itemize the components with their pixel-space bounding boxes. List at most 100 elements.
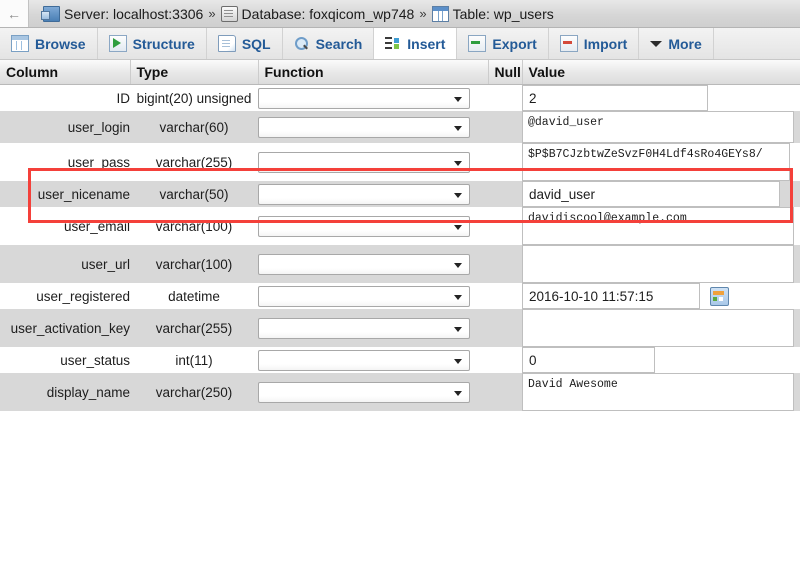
table-row: ID bigint(20) unsigned [0,84,800,111]
row-column-type: varchar(100) [130,245,258,283]
tab-search[interactable]: Search [283,28,375,59]
tab-search-label: Search [315,35,363,52]
value-input-user-registered[interactable] [522,283,700,309]
tab-export[interactable]: Export [457,28,549,59]
browse-icon [11,35,29,52]
tab-import[interactable]: Import [549,28,640,59]
row-column-name: ID [0,84,130,111]
breadcrumb-bar: ← Server: localhost:3306 » Database: fox… [0,0,800,28]
row-value-cell: $P$B7CJzbtwZeSvzF0H4Ldf4sRo4GEYs8/ [522,143,800,181]
function-select[interactable] [258,317,470,339]
row-column-name: user_login [0,111,130,143]
function-select[interactable] [258,285,470,307]
header-function: Function [258,60,489,85]
tab-sql-label: SQL [241,35,271,52]
calendar-icon[interactable] [710,286,729,306]
row-null-cell [488,111,522,143]
row-function-cell [258,347,488,373]
header-null: Null [488,60,523,85]
value-input-user-status[interactable] [522,347,655,373]
row-column-name: user_nicename [0,181,130,207]
function-select[interactable] [258,151,470,173]
function-select[interactable] [258,215,470,237]
value-textarea-user-email[interactable]: davidiscool@example.com [522,207,794,245]
value-input-id[interactable] [522,85,708,111]
row-function-cell [258,283,488,309]
row-function-cell [258,84,488,111]
header-value: Value [522,60,800,85]
row-value-cell [522,347,800,373]
value-textarea-user-activation-key[interactable] [522,309,794,347]
tab-browse[interactable]: Browse [0,28,98,59]
function-select[interactable] [258,381,470,403]
header-column: Column [0,60,131,85]
function-select[interactable] [258,253,470,275]
row-value-cell: @david_user [522,111,800,143]
row-function-cell [258,111,488,143]
breadcrumb-database[interactable]: Database: foxqicom_wp748 [220,5,415,22]
table-row: user_status int(11) [0,347,800,373]
breadcrumb-server[interactable]: Server: localhost:3306 [41,5,203,22]
back-button[interactable]: ← [0,0,29,27]
row-value-cell: David Awesome [522,373,800,411]
row-value-cell [522,181,800,207]
value-textarea-display-name[interactable]: David Awesome [522,373,794,411]
value-textarea-user-pass[interactable]: $P$B7CJzbtwZeSvzF0H4Ldf4sRo4GEYs8/ [522,143,790,181]
function-select[interactable] [258,349,470,371]
row-column-name: user_status [0,347,130,373]
tab-structure[interactable]: Structure [98,28,207,59]
function-select[interactable] [258,116,470,138]
breadcrumb-database-label: Database: foxqicom_wp748 [241,5,415,22]
row-column-type: varchar(60) [130,111,258,143]
value-textarea-user-login[interactable]: @david_user [522,111,794,143]
function-select[interactable] [258,87,470,109]
header-type: Type [130,60,259,85]
row-column-type: varchar(255) [130,309,258,347]
row-column-type: varchar(250) [130,373,258,411]
row-value-cell [522,245,800,283]
function-select[interactable] [258,183,470,205]
import-icon [559,35,578,52]
tab-more[interactable]: More [639,28,714,59]
row-function-cell [258,207,488,245]
row-function-cell [258,373,488,411]
table-row: user_registered datetime [0,283,800,309]
table-row: user_pass varchar(255) $P$B7CJzbtwZeSvzF… [0,143,800,181]
server-icon [41,5,60,22]
insert-icon [385,36,401,51]
row-column-type: varchar(100) [130,207,258,245]
export-icon [468,35,487,52]
table-row: user_nicename varchar(50) [0,181,800,207]
table-row: display_name varchar(250) David Awesome [0,373,800,411]
row-column-type: varchar(50) [130,181,258,207]
tab-insert[interactable]: Insert [374,28,458,59]
row-function-cell [258,309,488,347]
tab-sql[interactable]: SQL [207,28,283,59]
value-input-user-nicename[interactable] [522,181,780,207]
tab-insert-label: Insert [407,35,446,52]
phpmyadmin-insert-page: ← Server: localhost:3306 » Database: fox… [0,0,800,411]
row-column-name: user_email [0,207,130,245]
table-row: user_email varchar(100) davidiscool@exam… [0,207,800,245]
back-arrow-icon: ← [7,5,21,22]
breadcrumb-separator-2: » [419,6,427,21]
tab-browse-label: Browse [35,35,86,52]
sql-icon [217,35,236,52]
value-textarea-user-url[interactable] [522,245,794,283]
row-column-name: user_pass [0,143,130,181]
row-null-cell [488,181,522,207]
tab-import-label: Import [583,35,628,52]
row-null-cell [488,283,522,309]
row-value-cell [522,283,800,309]
table-row: user_url varchar(100) [0,245,800,283]
row-column-type: varchar(255) [130,143,258,181]
row-function-cell [258,245,488,283]
row-column-name: display_name [0,373,130,411]
table-icon [431,5,449,22]
row-value-cell [522,309,800,347]
row-value-cell: davidiscool@example.com [522,207,800,245]
row-column-type: int(11) [130,347,258,373]
table-row: user_activation_key varchar(255) [0,309,800,347]
breadcrumb-table[interactable]: Table: wp_users [431,5,554,22]
row-null-cell [488,207,522,245]
